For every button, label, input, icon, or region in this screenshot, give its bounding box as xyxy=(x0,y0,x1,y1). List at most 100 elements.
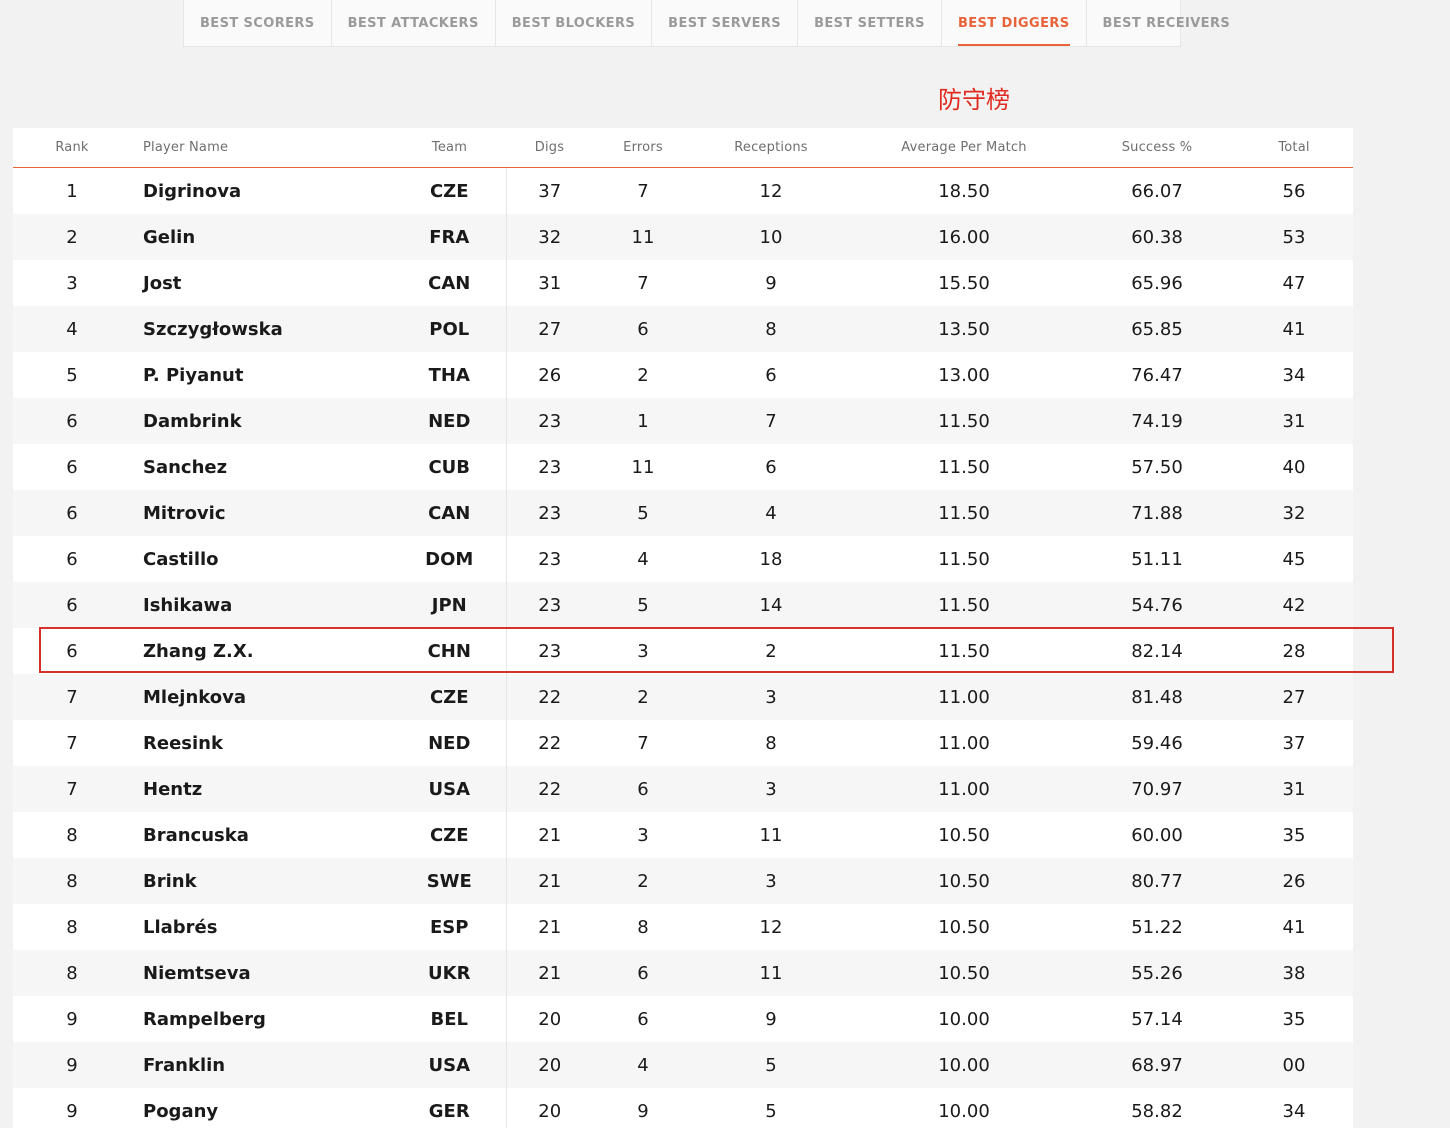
cell-name[interactable]: Franklin xyxy=(131,1042,393,1088)
cell-success: 68.97 xyxy=(1079,1042,1235,1088)
cell-digs: 20 xyxy=(506,1042,593,1088)
cell-errors: 1 xyxy=(593,398,693,444)
tab-best-setters[interactable]: BEST SETTERS xyxy=(798,0,942,46)
cell-total: 45 xyxy=(1235,536,1353,582)
cell-rank: 2 xyxy=(13,214,131,260)
cell-receptions: 14 xyxy=(693,582,849,628)
annotation-label: 防守榜 xyxy=(938,80,1010,115)
cell-avg: 13.00 xyxy=(849,352,1079,398)
cell-total: 28 xyxy=(1235,628,1353,674)
table-body: 1DigrinovaCZE3771218.5066.07562GelinFRA3… xyxy=(13,168,1353,1128)
cell-name[interactable]: Castillo xyxy=(131,536,393,582)
tab-best-attackers[interactable]: BEST ATTACKERS xyxy=(332,0,496,46)
cell-avg: 10.00 xyxy=(849,996,1079,1042)
cell-team: CAN xyxy=(393,490,506,536)
cell-team: DOM xyxy=(393,536,506,582)
cell-name[interactable]: Brancuska xyxy=(131,812,393,858)
cell-team: UKR xyxy=(393,950,506,996)
cell-receptions: 18 xyxy=(693,536,849,582)
cell-total: 34 xyxy=(1235,352,1353,398)
cell-name[interactable]: Ishikawa xyxy=(131,582,393,628)
cell-name[interactable]: Llabrés xyxy=(131,904,393,950)
cell-avg: 16.00 xyxy=(849,214,1079,260)
table-row: 2GelinFRA32111016.0060.3853 xyxy=(13,214,1353,260)
cell-name[interactable]: Zhang Z.X. xyxy=(131,628,393,674)
cell-name[interactable]: Dambrink xyxy=(131,398,393,444)
cell-success: 71.88 xyxy=(1079,490,1235,536)
cell-name[interactable]: Niemtseva xyxy=(131,950,393,996)
cell-receptions: 4 xyxy=(693,490,849,536)
cell-name[interactable]: Mlejnkova xyxy=(131,674,393,720)
cell-total: 31 xyxy=(1235,766,1353,812)
cell-digs: 23 xyxy=(506,582,593,628)
cell-total: 41 xyxy=(1235,306,1353,352)
cell-total: 56 xyxy=(1235,168,1353,215)
cell-team: JPN xyxy=(393,582,506,628)
cell-receptions: 12 xyxy=(693,904,849,950)
tab-best-scorers[interactable]: BEST SCORERS xyxy=(184,0,332,46)
table-row: 9RampelbergBEL206910.0057.1435 xyxy=(13,996,1353,1042)
cell-errors: 2 xyxy=(593,674,693,720)
cell-rank: 6 xyxy=(13,444,131,490)
tab-best-receivers[interactable]: BEST RECEIVERS xyxy=(1087,0,1247,46)
column-header-success[interactable]: Success % xyxy=(1079,128,1235,168)
cell-success: 80.77 xyxy=(1079,858,1235,904)
cell-total: 40 xyxy=(1235,444,1353,490)
cell-rank: 6 xyxy=(13,536,131,582)
cell-errors: 6 xyxy=(593,996,693,1042)
cell-errors: 4 xyxy=(593,536,693,582)
table-row: 9PoganyGER209510.0058.8234 xyxy=(13,1088,1353,1128)
cell-team: ESP xyxy=(393,904,506,950)
cell-rank: 8 xyxy=(13,950,131,996)
column-header-digs[interactable]: Digs xyxy=(506,128,593,168)
cell-name[interactable]: Mitrovic xyxy=(131,490,393,536)
cell-digs: 23 xyxy=(506,398,593,444)
cell-name[interactable]: Pogany xyxy=(131,1088,393,1128)
tab-best-diggers[interactable]: BEST DIGGERS xyxy=(942,0,1087,46)
cell-rank: 9 xyxy=(13,1088,131,1128)
cell-rank: 8 xyxy=(13,812,131,858)
cell-avg: 11.50 xyxy=(849,582,1079,628)
tab-best-blockers[interactable]: BEST BLOCKERS xyxy=(496,0,652,46)
cell-receptions: 9 xyxy=(693,260,849,306)
cell-rank: 6 xyxy=(13,628,131,674)
cell-errors: 6 xyxy=(593,766,693,812)
cell-receptions: 8 xyxy=(693,306,849,352)
column-header-rank[interactable]: Rank xyxy=(13,128,131,168)
cell-errors: 2 xyxy=(593,352,693,398)
cell-success: 60.38 xyxy=(1079,214,1235,260)
cell-avg: 15.50 xyxy=(849,260,1079,306)
cell-name[interactable]: Szczygłowska xyxy=(131,306,393,352)
column-header-errors[interactable]: Errors xyxy=(593,128,693,168)
cell-receptions: 6 xyxy=(693,352,849,398)
cell-name[interactable]: Sanchez xyxy=(131,444,393,490)
stats-table-container: RankPlayer NameTeamDigsErrorsReceptionsA… xyxy=(13,128,1353,1128)
column-header-receptions[interactable]: Receptions xyxy=(693,128,849,168)
cell-avg: 11.50 xyxy=(849,444,1079,490)
table-row: 9FranklinUSA204510.0068.9700 xyxy=(13,1042,1353,1088)
cell-name[interactable]: Rampelberg xyxy=(131,996,393,1042)
cell-team: THA xyxy=(393,352,506,398)
cell-total: 37 xyxy=(1235,720,1353,766)
cell-rank: 7 xyxy=(13,674,131,720)
column-header-avg[interactable]: Average Per Match xyxy=(849,128,1079,168)
column-header-team[interactable]: Team xyxy=(393,128,506,168)
cell-name[interactable]: Reesink xyxy=(131,720,393,766)
cell-digs: 21 xyxy=(506,858,593,904)
cell-total: 38 xyxy=(1235,950,1353,996)
cell-team: CHN xyxy=(393,628,506,674)
cell-name[interactable]: Gelin xyxy=(131,214,393,260)
cell-success: 76.47 xyxy=(1079,352,1235,398)
cell-name[interactable]: Digrinova xyxy=(131,168,393,215)
cell-avg: 10.50 xyxy=(849,950,1079,996)
column-header-total[interactable]: Total xyxy=(1235,128,1353,168)
cell-digs: 22 xyxy=(506,766,593,812)
column-header-name[interactable]: Player Name xyxy=(131,128,393,168)
cell-name[interactable]: P. Piyanut xyxy=(131,352,393,398)
cell-rank: 4 xyxy=(13,306,131,352)
cell-name[interactable]: Brink xyxy=(131,858,393,904)
cell-name[interactable]: Jost xyxy=(131,260,393,306)
tab-best-servers[interactable]: BEST SERVERS xyxy=(652,0,798,46)
table-row: 3JostCAN317915.5065.9647 xyxy=(13,260,1353,306)
cell-name[interactable]: Hentz xyxy=(131,766,393,812)
